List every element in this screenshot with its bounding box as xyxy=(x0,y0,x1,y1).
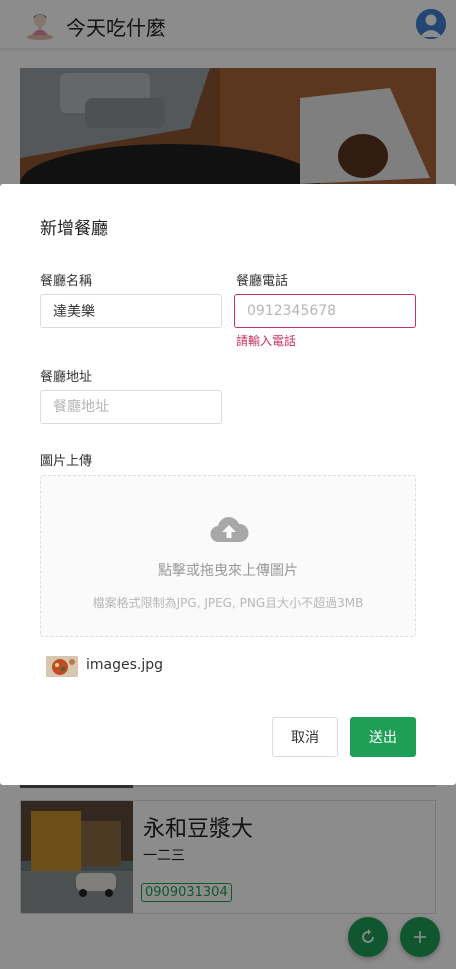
restaurant-address-input[interactable] xyxy=(40,390,222,424)
submit-button[interactable]: 送出 xyxy=(350,717,416,757)
cloud-upload-icon xyxy=(210,517,249,543)
uploaded-file-name[interactable]: images.jpg xyxy=(86,657,163,673)
upload-label: 圖片上傳 xyxy=(40,454,93,469)
restaurant-name-input[interactable] xyxy=(40,294,222,328)
address-label: 餐廳地址 xyxy=(40,370,93,385)
modal-title: 新增餐廳 xyxy=(40,219,108,239)
upload-instruction: 點擊或拖曳來上傳圖片 xyxy=(158,563,298,579)
image-upload-dropzone[interactable]: 點擊或拖曳來上傳圖片 檔案格式限制為JPG, JPEG, PNG且大小不超過3M… xyxy=(40,475,416,637)
phone-error-message: 請輸入電話 xyxy=(236,334,297,348)
phone-label: 餐廳電話 xyxy=(236,274,289,289)
cancel-button[interactable]: 取消 xyxy=(272,717,338,757)
restaurant-phone-input[interactable] xyxy=(234,294,416,328)
uploaded-file-thumbnail xyxy=(46,656,78,677)
add-restaurant-modal: 新增餐廳 餐廳名稱 餐廳電話 請輸入電話 餐廳地址 圖片上傳 點擊或拖曳來上傳圖… xyxy=(0,184,456,785)
name-label: 餐廳名稱 xyxy=(40,274,93,289)
upload-hint: 檔案格式限制為JPG, JPEG, PNG且大小不超過3MB xyxy=(92,596,364,610)
